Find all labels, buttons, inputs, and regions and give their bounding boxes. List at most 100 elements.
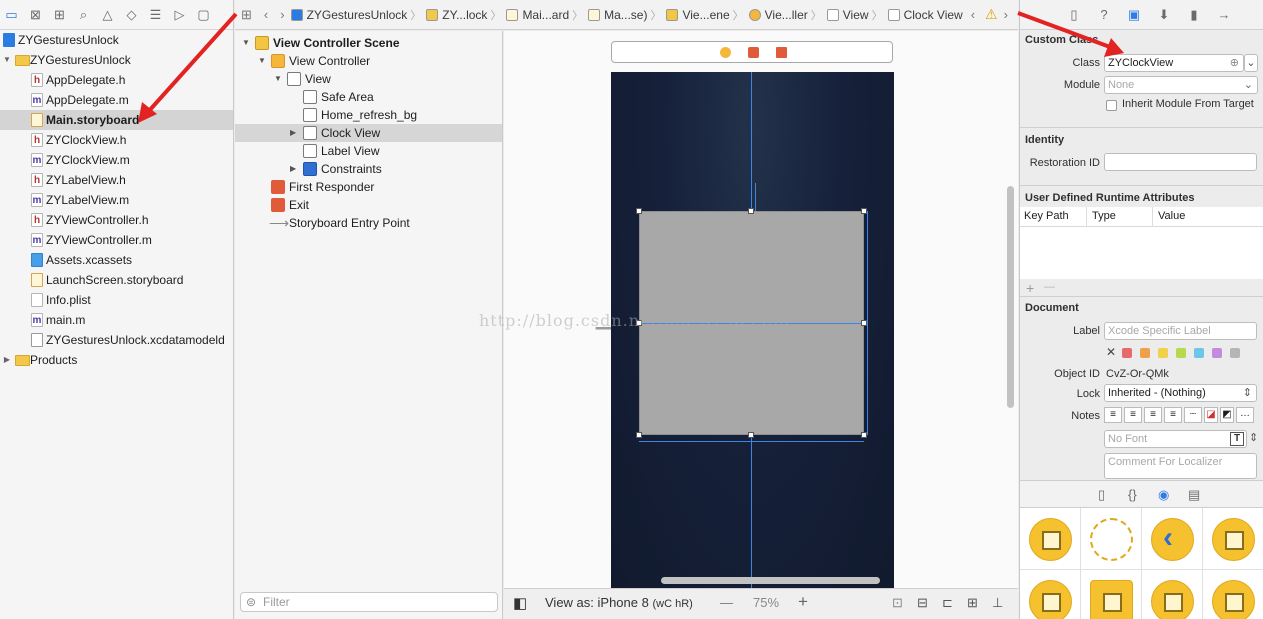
- grid-icon[interactable]: ⊞: [241, 7, 252, 23]
- resolve-issues-icon[interactable]: ⊥: [992, 595, 1003, 611]
- file-item[interactable]: LaunchScreen.storyboard: [0, 270, 233, 290]
- outline-item[interactable]: ⟶ Storyboard Entry Point: [235, 214, 502, 232]
- file-item[interactable]: ZYGesturesUnlock: [0, 30, 233, 50]
- align-center-icon[interactable]: ≡: [1124, 407, 1142, 423]
- disclosure-open-icon[interactable]: ▼: [258, 52, 266, 70]
- code-snippet-icon[interactable]: {}: [1128, 487, 1137, 502]
- outline-item[interactable]: Home_refresh_bg: [235, 106, 502, 124]
- library-item-storyboard-reference[interactable]: [1081, 508, 1142, 570]
- warning-icon[interactable]: △: [100, 7, 115, 22]
- breadcrumb-item[interactable]: ZYGesturesUnlock 〉: [290, 7, 425, 23]
- file-item[interactable]: h ZYClockView.h: [0, 130, 233, 150]
- breadcrumb-item[interactable]: Clock View: [887, 8, 963, 22]
- justify-icon[interactable]: ≡: [1164, 407, 1182, 423]
- hierarchy-icon[interactable]: ⊞: [52, 7, 67, 22]
- back-icon[interactable]: ‹: [264, 7, 268, 22]
- color-swatch[interactable]: [1140, 348, 1150, 358]
- file-item[interactable]: m main.m: [0, 310, 233, 330]
- outline-item[interactable]: ▼ View: [235, 70, 502, 88]
- outline-item[interactable]: Label View: [235, 142, 502, 160]
- color-swatch[interactable]: [1122, 348, 1132, 358]
- scene-dock[interactable]: [611, 41, 893, 63]
- top-constraint[interactable]: [755, 183, 756, 211]
- file-item[interactable]: m ZYLabelView.m: [0, 190, 233, 210]
- embed-in-icon[interactable]: ⊟: [917, 595, 928, 611]
- font-picker-icon[interactable]: T: [1230, 432, 1244, 446]
- color-swatch[interactable]: [1230, 348, 1240, 358]
- breadcrumb-item[interactable]: Ma...se) 〉: [588, 7, 664, 23]
- restoration-id-field[interactable]: [1104, 153, 1257, 171]
- type-column[interactable]: Type: [1092, 210, 1116, 222]
- next-issue-icon[interactable]: ›: [1004, 7, 1008, 22]
- file-item[interactable]: h AppDelegate.h: [0, 70, 233, 90]
- natural-align-icon[interactable]: ┈: [1184, 407, 1202, 423]
- file-item[interactable]: ▶ Products: [0, 350, 233, 370]
- align-icon[interactable]: ⊏: [942, 595, 953, 611]
- outline-item[interactable]: First Responder: [235, 178, 502, 196]
- inherit-module-checkbox[interactable]: [1106, 100, 1117, 111]
- outline-item[interactable]: ▶ Constraints: [235, 160, 502, 178]
- breadcrumb-item[interactable]: ZY...lock 〉: [426, 7, 504, 23]
- lock-select[interactable]: Inherited - (Nothing) ⇕: [1104, 384, 1257, 402]
- background-color-icon[interactable]: ◩: [1220, 407, 1234, 423]
- zoom-level[interactable]: 75%: [753, 595, 779, 610]
- width-constraint[interactable]: [639, 441, 864, 442]
- outline-item[interactable]: ▶ Clock View: [235, 124, 502, 142]
- library-item-collection-view-controller[interactable]: [1020, 570, 1081, 619]
- breadcrumb-item[interactable]: Vie...ene 〉: [666, 7, 746, 23]
- resize-handle[interactable]: [636, 432, 642, 438]
- x-square-icon[interactable]: ⊠: [28, 7, 43, 22]
- library-item-split-view-controller[interactable]: [1142, 570, 1203, 619]
- font-stepper-icon[interactable]: ⇕: [1249, 431, 1258, 444]
- outline-item[interactable]: ▼ View Controller Scene: [235, 34, 502, 52]
- toggle-outline-icon[interactable]: ◧: [513, 594, 527, 612]
- remove-attribute-button[interactable]: —: [1044, 281, 1055, 293]
- resize-handle[interactable]: [636, 208, 642, 214]
- outline-item[interactable]: Exit: [235, 196, 502, 214]
- library-item-navigation-controller[interactable]: ‹: [1142, 508, 1203, 570]
- disclosure-open-icon[interactable]: ▼: [2, 50, 12, 70]
- library-item-view-controller[interactable]: [1020, 508, 1081, 570]
- update-frames-icon[interactable]: ⊡: [892, 595, 903, 611]
- disclosure-open-icon[interactable]: ▼: [242, 34, 250, 52]
- outline-item[interactable]: ▼ View Controller: [235, 52, 502, 70]
- file-template-icon[interactable]: ▯: [1098, 487, 1105, 503]
- disclosure-closed-icon[interactable]: ▶: [290, 160, 296, 178]
- file-item[interactable]: h ZYLabelView.h: [0, 170, 233, 190]
- align-right-icon[interactable]: ≡: [1144, 407, 1162, 423]
- help-icon[interactable]: ?: [1096, 7, 1112, 23]
- connections-inspector-icon[interactable]: →: [1216, 7, 1232, 23]
- add-attribute-button[interactable]: +: [1026, 280, 1034, 296]
- library-item-page-view-controller[interactable]: [1203, 570, 1263, 619]
- message-icon[interactable]: ▢: [196, 7, 211, 22]
- vertical-scrollbar[interactable]: [1007, 186, 1014, 408]
- clear-color-icon[interactable]: ✕: [1106, 345, 1116, 359]
- file-item[interactable]: m ZYViewController.m: [0, 230, 233, 250]
- first-responder-dock-icon[interactable]: [748, 47, 759, 58]
- library-item-tab-bar-controller[interactable]: [1081, 570, 1142, 619]
- add-constraints-icon[interactable]: ⊞: [967, 595, 978, 611]
- view-as-label[interactable]: View as: iPhone 8 (wC hR): [545, 595, 693, 610]
- file-item[interactable]: ▼ ZYGesturesUnlock: [0, 50, 233, 70]
- object-library-icon[interactable]: ◉: [1158, 487, 1169, 503]
- warning-icon[interactable]: ⚠: [985, 6, 998, 23]
- go-to-class-icon[interactable]: ⊕: [1230, 55, 1239, 71]
- list-icon[interactable]: ☰: [148, 7, 163, 22]
- color-swatch[interactable]: [1158, 348, 1168, 358]
- zoom-in-button[interactable]: +: [798, 592, 808, 612]
- resize-handle[interactable]: [748, 432, 754, 438]
- file-item[interactable]: Main.storyboard: [0, 110, 233, 130]
- library-item-table-view-controller[interactable]: [1203, 508, 1263, 570]
- exit-dock-icon[interactable]: [776, 47, 787, 58]
- height-constraint[interactable]: [867, 211, 868, 435]
- font-field[interactable]: No Font T: [1104, 430, 1247, 448]
- horizontal-scrollbar[interactable]: [661, 577, 880, 584]
- module-select[interactable]: None ⌄: [1104, 76, 1258, 94]
- clock-view[interactable]: [636, 208, 867, 438]
- class-field[interactable]: ZYClockView ⊕: [1104, 54, 1244, 72]
- comment-field[interactable]: Comment For Localizer: [1104, 453, 1257, 479]
- breadcrumb-item[interactable]: View 〉: [826, 7, 886, 23]
- attributes-inspector-icon[interactable]: ⬇: [1156, 7, 1172, 23]
- class-dropdown-button[interactable]: ⌄: [1244, 54, 1258, 72]
- file-item[interactable]: Assets.xcassets: [0, 250, 233, 270]
